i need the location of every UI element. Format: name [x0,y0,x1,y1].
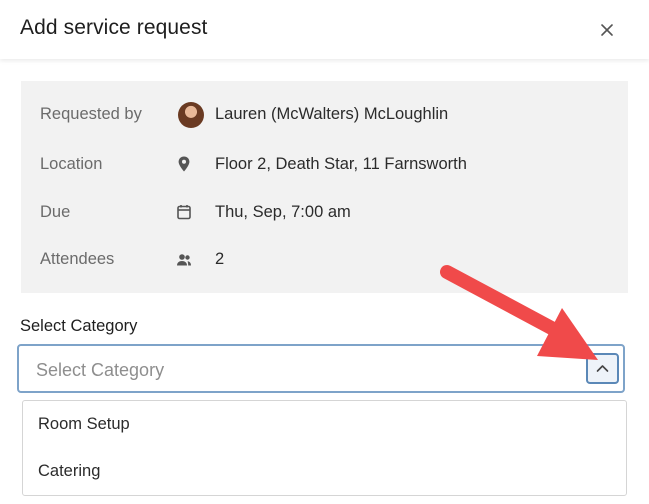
category-label: Select Category [20,317,138,335]
close-icon [601,24,613,36]
attendees-label: Attendees [40,250,115,268]
requested-by-value: Lauren (McWalters) McLoughlin [215,105,449,123]
close-button[interactable] [596,19,618,41]
due-value: Thu, Sep, 7:00 am [215,203,351,221]
location-value: Floor 2, Death Star, 11 Farnsworth [215,155,467,173]
due-label: Due [40,203,71,221]
avatar [178,102,204,128]
attendees-value: 2 [215,250,225,268]
category-dropdown: Room Setup Catering [22,400,627,496]
location-pin-icon [178,156,190,172]
location-label: Location [40,155,103,173]
people-icon [177,254,191,266]
requested-by-label: Requested by [40,105,142,123]
list-item[interactable]: Catering [38,462,100,481]
category-select-placeholder: Select Category [36,360,165,380]
list-item[interactable]: Room Setup [38,415,130,434]
category-select-toggle[interactable] [586,353,619,384]
chevron-up-icon [596,365,609,372]
calendar-icon [177,205,191,220]
dialog-title: Add service request [20,16,208,39]
category-select[interactable]: Select Category [17,344,625,393]
dialog-header: Add service request [0,0,649,59]
request-details-panel: Requested by Lauren (McWalters) McLoughl… [21,81,628,293]
